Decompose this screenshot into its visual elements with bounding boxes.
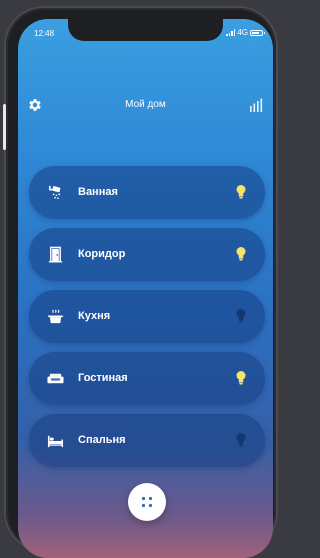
room-label: Ванная [78, 186, 118, 198]
signal-icon [226, 29, 236, 36]
dots-grid-icon [141, 496, 153, 508]
menu-fab-button[interactable] [128, 483, 166, 521]
status-time: 12:48 [34, 29, 55, 38]
room-card-hallway[interactable]: Коридор [29, 228, 265, 281]
room-card-kitchen[interactable]: Кухня [29, 290, 265, 343]
room-label: Спальня [78, 434, 126, 446]
lightbulb-off-icon[interactable] [235, 308, 247, 324]
network-label: 4G [237, 28, 248, 37]
lightbulb-on-icon[interactable] [235, 370, 247, 386]
phone-side-button [3, 104, 6, 150]
door-icon [48, 246, 63, 263]
rooms-list: Ванная Коридор Кухня Гостиная Спальня [29, 166, 265, 476]
app-screen: 12:48 4G Мой дом Ванная Коридор Кухня Го… [18, 19, 273, 558]
lightbulb-on-icon[interactable] [235, 246, 247, 262]
room-card-bathroom[interactable]: Ванная [29, 166, 265, 219]
battery-icon [250, 29, 265, 36]
room-card-bedroom[interactable]: Спальня [29, 414, 265, 467]
status-indicators: 4G [226, 28, 265, 37]
bar-chart-icon[interactable] [249, 98, 263, 112]
header: Мой дом [18, 97, 273, 117]
room-label: Гостиная [78, 372, 128, 384]
room-label: Коридор [78, 248, 126, 260]
lightbulb-off-icon[interactable] [235, 432, 247, 448]
room-label: Кухня [78, 310, 111, 322]
room-card-living-room[interactable]: Гостиная [29, 352, 265, 405]
shower-icon [49, 185, 61, 200]
sofa-icon [47, 373, 64, 384]
page-title: Мой дом [125, 99, 166, 110]
bed-icon [47, 435, 64, 448]
lightbulb-on-icon[interactable] [235, 184, 247, 200]
notch [68, 19, 223, 41]
pot-icon [47, 309, 64, 324]
